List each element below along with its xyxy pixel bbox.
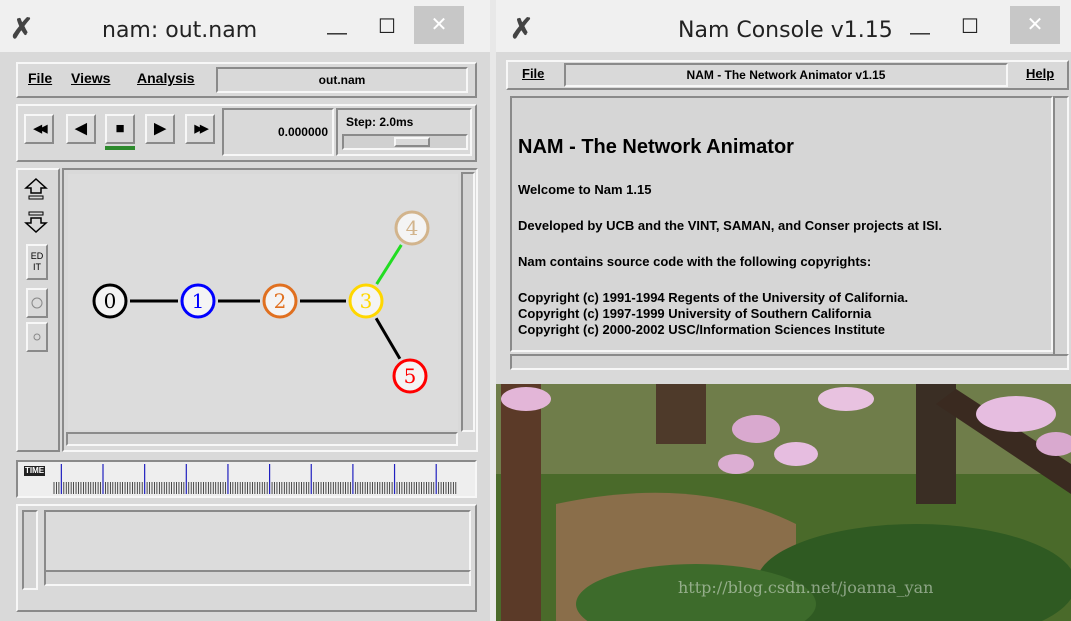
stop-button[interactable]: ■ bbox=[105, 114, 135, 144]
node-label-4: 4 bbox=[406, 216, 419, 240]
minimize-button[interactable]: — bbox=[898, 14, 942, 52]
menu-views[interactable]: Views bbox=[71, 70, 110, 86]
node-label-2: 2 bbox=[274, 289, 287, 313]
node-label-0: 0 bbox=[104, 289, 117, 313]
play-button[interactable]: ▶ bbox=[145, 114, 175, 144]
zoom-in-icon[interactable] bbox=[22, 176, 50, 204]
tool-circle-large[interactable] bbox=[26, 288, 48, 318]
annotation-list[interactable] bbox=[44, 510, 471, 576]
console-heading: NAM - The Network Animator bbox=[518, 136, 794, 158]
title-bar[interactable]: ✗ nam: out.nam — ☐ ✕ bbox=[0, 0, 490, 52]
console-header-field: NAM - The Network Animator v1.15 bbox=[564, 63, 1008, 87]
node-3[interactable]: 3 bbox=[348, 283, 384, 319]
tool-circle-small[interactable] bbox=[26, 322, 48, 352]
network-canvas[interactable]: 0 1 2 3 4 5 bbox=[68, 174, 458, 430]
maximize-button[interactable]: ☐ bbox=[365, 8, 409, 46]
node-label-3: 3 bbox=[360, 289, 373, 313]
node-0[interactable]: 0 bbox=[92, 283, 128, 319]
node-2[interactable]: 2 bbox=[262, 283, 298, 319]
console-menu-help[interactable]: Help bbox=[1026, 66, 1054, 81]
window-title: nam: out.nam bbox=[102, 18, 258, 43]
console-vertical-scrollbar[interactable] bbox=[1053, 96, 1069, 356]
stop-active-indicator bbox=[105, 146, 135, 150]
timeline[interactable]: TIME bbox=[16, 460, 477, 498]
time-display: 0.000000 bbox=[222, 108, 334, 156]
node-4[interactable]: 4 bbox=[394, 210, 430, 246]
console-copyright-3: Copyright (c) 2000-2002 USC/Information … bbox=[518, 322, 885, 337]
minimize-button[interactable]: — bbox=[315, 14, 359, 52]
step-label: Step: 2.0ms bbox=[346, 115, 414, 129]
console-title-bar[interactable]: ✗ Nam Console v1.15 — ☐ ✕ bbox=[496, 0, 1071, 52]
node-1[interactable]: 1 bbox=[180, 283, 216, 319]
annotation-vertical-scrollbar[interactable] bbox=[22, 510, 38, 590]
edit-label-bottom: IT bbox=[33, 262, 41, 272]
watermark: http://blog.csdn.net/joanna_yan bbox=[678, 578, 934, 597]
console-welcome: Welcome to Nam 1.15 bbox=[518, 182, 652, 197]
console-window-title: Nam Console v1.15 bbox=[678, 18, 893, 43]
step-slider-handle[interactable] bbox=[394, 137, 430, 147]
desktop-wallpaper: http://blog.csdn.net/joanna_yan bbox=[496, 384, 1071, 621]
step-back-button[interactable]: ◀ bbox=[66, 114, 96, 144]
console-developers: Developed by UCB and the VINT, SAMAN, an… bbox=[518, 218, 943, 233]
node-5[interactable]: 5 bbox=[392, 358, 428, 394]
node-label-1: 1 bbox=[192, 289, 205, 313]
rewind-button[interactable]: ◀◀ bbox=[24, 114, 54, 144]
node-label-5: 5 bbox=[404, 364, 417, 388]
topology-graph: 0 1 2 3 4 5 bbox=[92, 210, 430, 394]
nam-console-window: ✗ Nam Console v1.15 — ☐ ✕ File NAM - The… bbox=[496, 0, 1071, 384]
edit-button[interactable]: ED IT bbox=[26, 244, 48, 280]
console-copyright-intro: Nam contains source code with the follow… bbox=[518, 254, 872, 269]
zoom-out-icon[interactable] bbox=[22, 208, 50, 236]
edit-label-top: ED bbox=[30, 251, 44, 261]
close-button[interactable]: ✕ bbox=[414, 6, 464, 44]
filename-field: out.nam bbox=[216, 67, 468, 93]
close-button[interactable]: ✕ bbox=[1010, 6, 1060, 44]
menu-analysis[interactable]: Analysis bbox=[137, 70, 195, 86]
console-copyright-1: Copyright (c) 1991-1994 Regents of the U… bbox=[518, 290, 909, 305]
console-copyright-2: Copyright (c) 1997-1999 University of So… bbox=[518, 306, 872, 321]
nam-main-window: ✗ nam: out.nam — ☐ ✕ File Views Analysis… bbox=[0, 0, 490, 621]
menu-file[interactable]: File bbox=[28, 70, 52, 86]
timeline-ticks bbox=[53, 464, 457, 494]
fast-forward-button[interactable]: ▶▶ bbox=[185, 114, 215, 144]
annotation-horizontal-scrollbar[interactable] bbox=[44, 570, 471, 586]
step-slider[interactable] bbox=[342, 134, 468, 150]
link-3-4[interactable] bbox=[375, 244, 403, 285]
console-horizontal-scrollbar[interactable] bbox=[510, 354, 1069, 370]
console-menu-file[interactable]: File bbox=[522, 66, 544, 81]
maximize-button[interactable]: ☐ bbox=[948, 8, 992, 46]
canvas-horizontal-scrollbar[interactable] bbox=[66, 432, 458, 446]
link-3-5[interactable] bbox=[374, 317, 402, 360]
canvas-vertical-scrollbar[interactable] bbox=[461, 172, 475, 432]
console-text-area[interactable]: NAM - The Network Animator Welcome to Na… bbox=[510, 96, 1053, 352]
